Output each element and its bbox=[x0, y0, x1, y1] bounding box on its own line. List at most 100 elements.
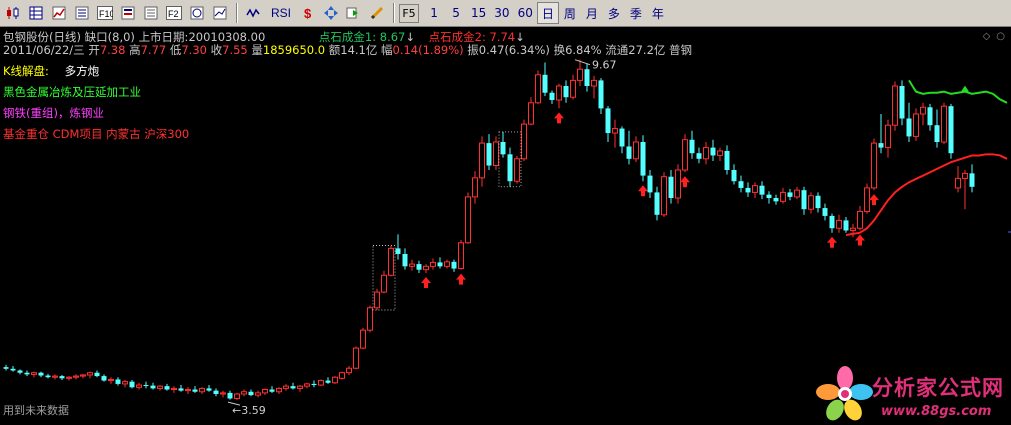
candle-up[interactable] bbox=[962, 172, 968, 179]
candle-up[interactable] bbox=[136, 384, 142, 388]
candle-up[interactable] bbox=[444, 261, 450, 267]
candle-up[interactable] bbox=[122, 381, 128, 385]
period-day[interactable]: 日 bbox=[536, 2, 559, 24]
candle-up[interactable] bbox=[752, 185, 758, 193]
candle-up[interactable] bbox=[381, 274, 387, 293]
candle-down[interactable] bbox=[192, 389, 198, 392]
f2-icon[interactable]: F2 bbox=[163, 2, 184, 24]
candle-down[interactable] bbox=[101, 376, 107, 381]
restore-icon[interactable]: ◇ bbox=[983, 31, 991, 42]
candle-up[interactable] bbox=[871, 142, 877, 189]
candle-down[interactable] bbox=[766, 194, 772, 198]
candle-up[interactable] bbox=[479, 142, 485, 179]
candle-up[interactable] bbox=[66, 376, 72, 379]
candle-down[interactable] bbox=[416, 264, 422, 270]
candle-up[interactable] bbox=[374, 291, 380, 309]
candle-up[interactable] bbox=[913, 113, 919, 137]
candle-up[interactable] bbox=[220, 392, 226, 395]
candle-down[interactable] bbox=[45, 375, 51, 378]
candle-up[interactable] bbox=[346, 367, 352, 374]
candle-up[interactable] bbox=[171, 387, 177, 391]
candle-up[interactable] bbox=[717, 150, 723, 156]
list-icon[interactable] bbox=[71, 2, 92, 24]
candle-up[interactable] bbox=[388, 247, 394, 276]
candle-down[interactable] bbox=[311, 383, 317, 386]
candle-down[interactable] bbox=[486, 143, 492, 166]
move-icon[interactable] bbox=[320, 2, 342, 24]
period-multi[interactable]: 多 bbox=[603, 2, 625, 24]
candle-up[interactable] bbox=[941, 105, 947, 143]
candle-down[interactable] bbox=[878, 143, 884, 148]
candle-down[interactable] bbox=[787, 192, 793, 197]
candle-up[interactable] bbox=[472, 177, 478, 198]
candle-down[interactable] bbox=[38, 372, 44, 376]
candle-up[interactable] bbox=[73, 375, 79, 378]
candle-up[interactable] bbox=[808, 195, 814, 210]
candle-down[interactable] bbox=[178, 388, 184, 391]
candle-down[interactable] bbox=[801, 190, 807, 210]
candle-up[interactable] bbox=[633, 141, 639, 160]
candle-down[interactable] bbox=[948, 106, 954, 154]
candle-up[interactable] bbox=[339, 372, 345, 379]
candle-down[interactable] bbox=[640, 142, 646, 176]
candle-up[interactable] bbox=[185, 389, 191, 392]
kline-icon[interactable] bbox=[2, 2, 23, 24]
candle-down[interactable] bbox=[654, 192, 660, 215]
candle-down[interactable] bbox=[731, 170, 737, 182]
candle-down[interactable] bbox=[17, 370, 23, 373]
settings-icon[interactable]: ○ bbox=[996, 31, 1005, 42]
export-icon[interactable] bbox=[343, 2, 365, 24]
candle-up[interactable] bbox=[276, 387, 282, 393]
candle-up[interactable] bbox=[353, 347, 359, 369]
candle-down[interactable] bbox=[94, 372, 100, 377]
candle-up[interactable] bbox=[920, 106, 926, 115]
period-15min[interactable]: 15 bbox=[467, 2, 490, 24]
candle-down[interactable] bbox=[143, 385, 149, 387]
candle-up[interactable] bbox=[521, 123, 527, 160]
candle-down[interactable] bbox=[542, 74, 548, 93]
line-chart-icon[interactable] bbox=[48, 2, 69, 24]
candle-down[interactable] bbox=[129, 381, 135, 388]
candle-down[interactable] bbox=[59, 376, 65, 379]
candle-up[interactable] bbox=[409, 263, 415, 267]
candle-up[interactable] bbox=[31, 372, 37, 375]
candle-down[interactable] bbox=[815, 195, 821, 209]
candle-up[interactable] bbox=[577, 68, 583, 81]
candle-up[interactable] bbox=[493, 141, 499, 167]
candle-up[interactable] bbox=[864, 187, 870, 212]
candle-down[interactable] bbox=[724, 150, 730, 170]
candle-up[interactable] bbox=[255, 392, 261, 396]
candle-up[interactable] bbox=[780, 191, 786, 202]
candle-down[interactable] bbox=[969, 173, 975, 187]
f10-icon[interactable]: F10 bbox=[94, 2, 115, 24]
candle-down[interactable] bbox=[710, 147, 716, 156]
f1-icon[interactable] bbox=[140, 2, 161, 24]
candle-up[interactable] bbox=[528, 102, 534, 125]
candle-down[interactable] bbox=[24, 372, 30, 375]
candle-down[interactable] bbox=[248, 391, 254, 396]
candle-down[interactable] bbox=[696, 153, 702, 159]
candle-up[interactable] bbox=[332, 376, 338, 384]
candle-up[interactable] bbox=[297, 385, 303, 389]
candle-down[interactable] bbox=[451, 261, 457, 269]
candle-up[interactable] bbox=[892, 85, 898, 126]
candle-up[interactable] bbox=[430, 261, 436, 267]
dollar-icon[interactable]: $ bbox=[297, 2, 319, 24]
candle-down[interactable] bbox=[549, 92, 555, 100]
candle-down[interactable] bbox=[619, 128, 625, 147]
candle-down[interactable] bbox=[927, 107, 933, 126]
period-30min[interactable]: 30 bbox=[490, 2, 513, 24]
candle-up[interactable] bbox=[465, 196, 471, 244]
candle-down[interactable] bbox=[507, 154, 513, 182]
wave-icon[interactable] bbox=[242, 2, 263, 24]
candle-down[interactable] bbox=[626, 146, 632, 159]
candle-up[interactable] bbox=[304, 383, 310, 387]
f5-button[interactable]: F5 bbox=[399, 3, 420, 23]
candle-up[interactable] bbox=[108, 378, 114, 382]
candle-down[interactable] bbox=[150, 385, 156, 389]
candle-down[interactable] bbox=[227, 392, 233, 399]
table-icon[interactable] bbox=[25, 2, 46, 24]
candle-up[interactable] bbox=[514, 158, 520, 182]
candle-down[interactable] bbox=[689, 139, 695, 154]
candle-down[interactable] bbox=[647, 175, 653, 193]
